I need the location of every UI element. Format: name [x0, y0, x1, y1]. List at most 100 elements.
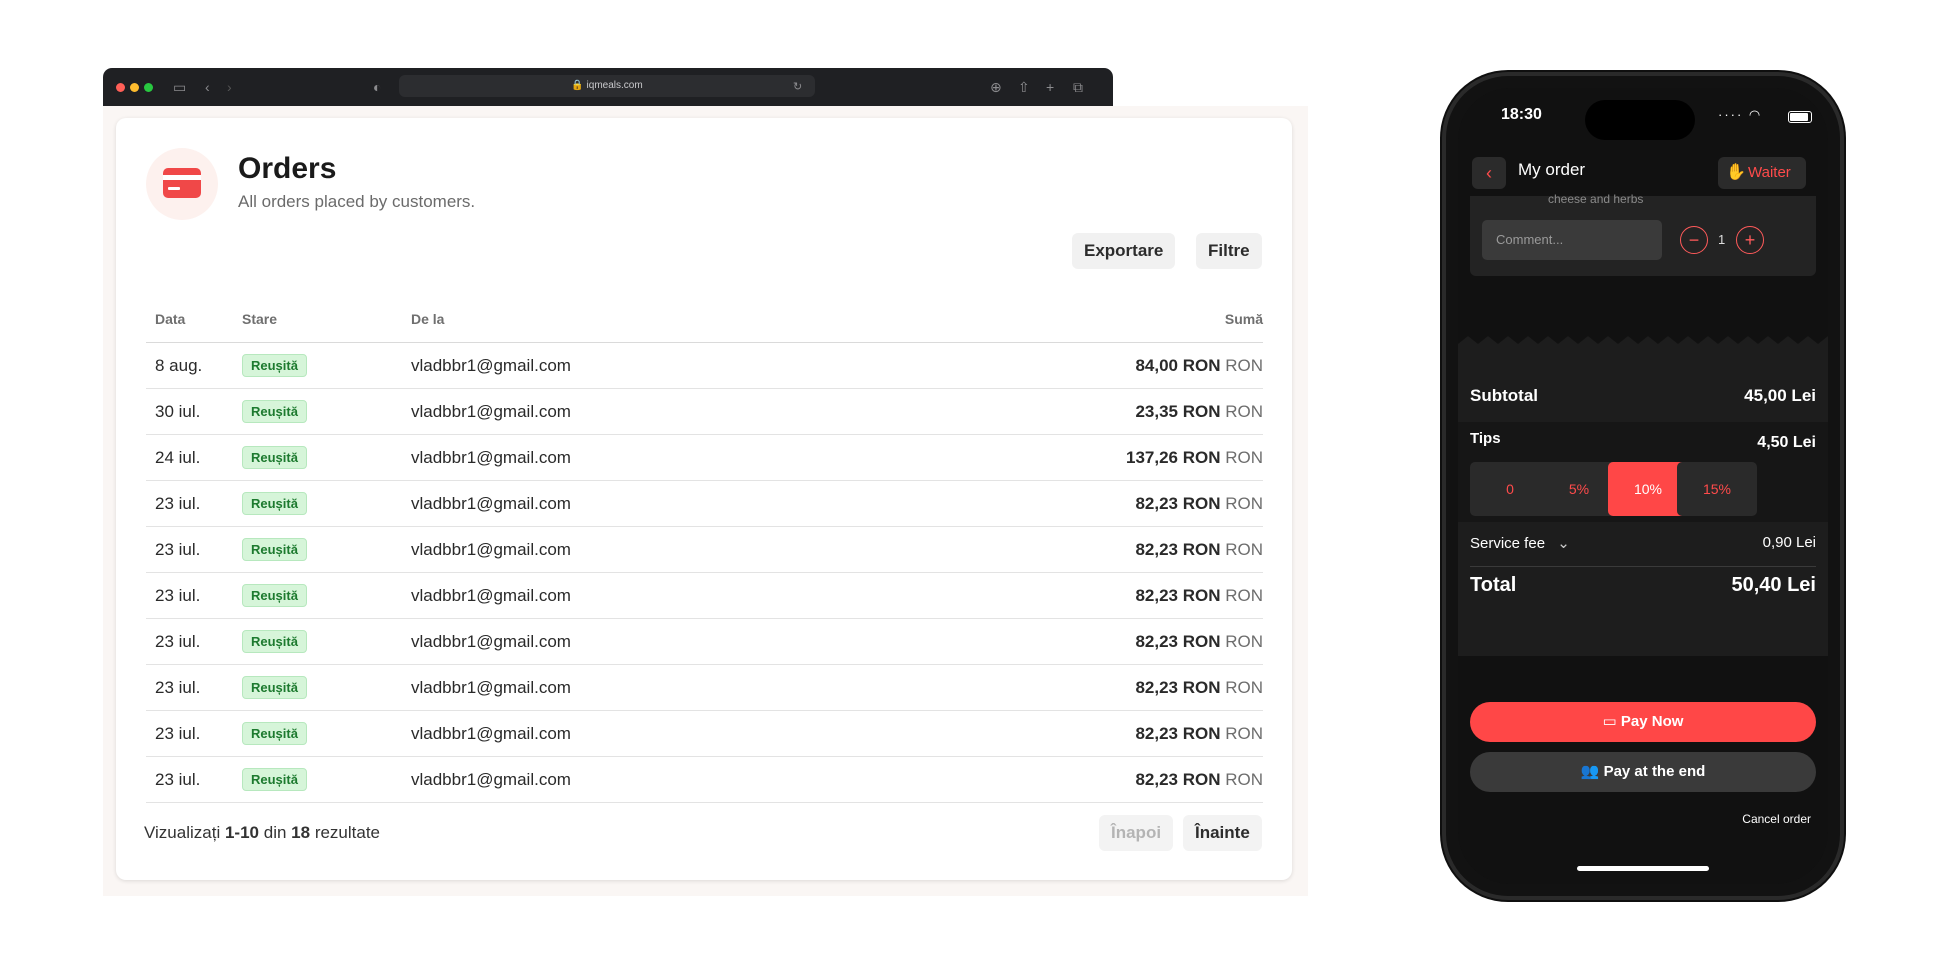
maximize-window-button[interactable]	[144, 83, 153, 92]
order-date: 23 iul.	[146, 572, 233, 619]
status-badge: Reușită	[242, 400, 307, 423]
tip-option-15[interactable]: 15%	[1677, 462, 1757, 516]
order-status: Reușită	[233, 572, 402, 619]
previous-page-button[interactable]: Înapoi	[1099, 815, 1174, 851]
amount-value: 137,26 RON	[1125, 447, 1221, 467]
reload-icon[interactable]: ↻	[793, 76, 802, 98]
next-page-button[interactable]: Înainte	[1183, 815, 1262, 851]
amount-value: 82,23 RON	[1135, 769, 1221, 789]
browser-toolbar: ▭ ‹ › ◐ 🔒 iqmeals.com ↻ ⊕ ⇧ + ⧉	[103, 68, 1113, 106]
order-date: 24 iul.	[146, 434, 233, 481]
pay-now-label: Pay Now	[1620, 713, 1684, 730]
cancel-order-link[interactable]: Cancel order	[1742, 812, 1811, 826]
amount-value: 82,23 RON	[1135, 723, 1221, 743]
order-status: Reușită	[233, 480, 402, 527]
tips-label: Tips	[1470, 430, 1501, 447]
back-button[interactable]: ‹	[1472, 157, 1506, 189]
order-amount: 84,00 RON RON	[863, 342, 1263, 389]
status-badge: Reușită	[242, 354, 307, 377]
table-row[interactable]: 23 iul. Reușită vladbbr1@gmail.com 82,23 RO…	[146, 664, 1263, 711]
amount-value: 82,23 RON	[1135, 677, 1221, 697]
item-description: cheese and herbs	[1548, 192, 1644, 206]
service-fee-text: Service fee	[1470, 535, 1546, 552]
amount-value: 84,00 RON	[1135, 355, 1221, 375]
column-header-from[interactable]: De la	[402, 296, 864, 343]
dynamic-island	[1585, 100, 1695, 140]
sidebar-icon[interactable]: ▭	[173, 76, 186, 98]
tip-option-5[interactable]: 5%	[1539, 462, 1619, 516]
status-badge: Reușită	[242, 722, 307, 745]
users-icon: 👥	[1580, 763, 1600, 780]
home-indicator[interactable]	[1577, 866, 1709, 871]
order-customer-email: vladbbr1@gmail.com	[402, 618, 864, 665]
amount-value: 82,23 RON	[1135, 539, 1221, 559]
amount-currency: RON	[1225, 355, 1263, 375]
table-row[interactable]: 23 iul. Reușită vladbbr1@gmail.com 82,23 RO…	[146, 572, 1263, 619]
pagination-range: 1-10	[224, 823, 259, 842]
order-amount: 82,23 RON RON	[863, 572, 1263, 619]
total-label: Total	[1470, 574, 1517, 596]
phone-frame: 18:30 ···· ◠ ‹ My order ✋ Waiter cheese …	[1446, 76, 1840, 896]
column-header-amount[interactable]: Sumă	[863, 296, 1263, 343]
pay-at-end-button[interactable]: 👥 Pay at the end	[1470, 752, 1816, 792]
table-header-row: Data Stare De la Sumă	[146, 296, 1263, 343]
status-badge: Reușită	[242, 630, 307, 653]
privacy-shield-icon[interactable]: ◐	[373, 76, 381, 98]
order-status: Reușită	[233, 388, 402, 435]
tip-option-0[interactable]: 0	[1470, 462, 1550, 516]
order-date: 23 iul.	[146, 618, 233, 665]
column-header-status[interactable]: Stare	[233, 296, 402, 343]
tab-overview-icon[interactable]: ⧉	[1073, 76, 1083, 98]
tip-option-10[interactable]: 10%	[1608, 462, 1688, 516]
download-icon[interactable]: ⊕	[990, 76, 1002, 98]
back-arrow-icon[interactable]: ‹	[205, 76, 210, 98]
order-customer-email: vladbbr1@gmail.com	[402, 434, 864, 481]
close-window-button[interactable]	[116, 83, 125, 92]
orders-table: Data Stare De la Sumă 8 aug. Reușită vladb…	[146, 296, 1263, 803]
amount-currency: RON	[1225, 447, 1263, 467]
amount-currency: RON	[1225, 493, 1263, 513]
table-row[interactable]: 24 iul. Reușită vladbbr1@gmail.com 137,26 R…	[146, 434, 1263, 481]
table-row[interactable]: 23 iul. Reușită vladbbr1@gmail.com 82,23 RO…	[146, 756, 1263, 803]
order-date: 23 iul.	[146, 756, 233, 803]
export-button[interactable]: Exportare	[1072, 233, 1176, 269]
share-icon[interactable]: ⇧	[1018, 76, 1030, 98]
phone-screen: 18:30 ···· ◠ ‹ My order ✋ Waiter cheese …	[1458, 88, 1828, 884]
chevron-down-icon: ⌄	[1557, 535, 1570, 552]
minimize-window-button[interactable]	[130, 83, 139, 92]
subtotal-value: 45,00 Lei	[1744, 386, 1816, 405]
order-amount: 82,23 RON RON	[863, 526, 1263, 573]
quantity-value: 1	[1718, 232, 1726, 247]
amount-currency: RON	[1225, 769, 1263, 789]
orders-card: Orders All orders placed by customers. E…	[116, 118, 1292, 880]
pagination-summary: Vizualizați 1-10 din 18 rezultate	[144, 823, 380, 843]
call-waiter-button[interactable]: ✋ Waiter	[1718, 157, 1806, 189]
column-header-date[interactable]: Data	[146, 296, 233, 343]
decrease-quantity-button[interactable]: −	[1680, 226, 1708, 254]
table-row[interactable]: 23 iul. Reușită vladbbr1@gmail.com 82,23 RO…	[146, 618, 1263, 665]
amount-currency: RON	[1225, 539, 1263, 559]
new-tab-icon[interactable]: +	[1046, 76, 1054, 98]
comment-input[interactable]: Comment...	[1482, 220, 1662, 260]
hand-icon: ✋	[1726, 164, 1746, 181]
table-row[interactable]: 8 aug. Reușită vladbbr1@gmail.com 84,00 RON…	[146, 342, 1263, 389]
table-row[interactable]: 23 iul. Reușită vladbbr1@gmail.com 82,23 RO…	[146, 480, 1263, 527]
table-row[interactable]: 23 iul. Reușită vladbbr1@gmail.com 82,23 RO…	[146, 710, 1263, 757]
filter-button[interactable]: Filtre	[1196, 233, 1262, 269]
status-time: 18:30	[1501, 106, 1542, 123]
table-row[interactable]: 23 iul. Reușită vladbbr1@gmail.com 82,23 RO…	[146, 526, 1263, 573]
amount-currency: RON	[1225, 677, 1263, 697]
lock-icon: 🔒	[571, 80, 584, 91]
pay-now-button[interactable]: ▭ Pay Now	[1470, 702, 1816, 742]
status-badge: Reușită	[242, 768, 307, 791]
increase-quantity-button[interactable]: +	[1736, 226, 1764, 254]
amount-value: 23,35 RON	[1135, 401, 1221, 421]
order-customer-email: vladbbr1@gmail.com	[402, 664, 864, 711]
order-item-card: cheese and herbs Comment... − 1 +	[1470, 192, 1816, 276]
payment-card-icon	[146, 148, 218, 220]
table-row[interactable]: 30 iul. Reușită vladbbr1@gmail.com 23,35 RO…	[146, 388, 1263, 435]
address-bar[interactable]: 🔒 iqmeals.com	[399, 75, 815, 97]
order-amount: 23,35 RON RON	[863, 388, 1263, 435]
screen-title: My order	[1518, 160, 1586, 179]
forward-arrow-icon[interactable]: ›	[227, 76, 232, 98]
